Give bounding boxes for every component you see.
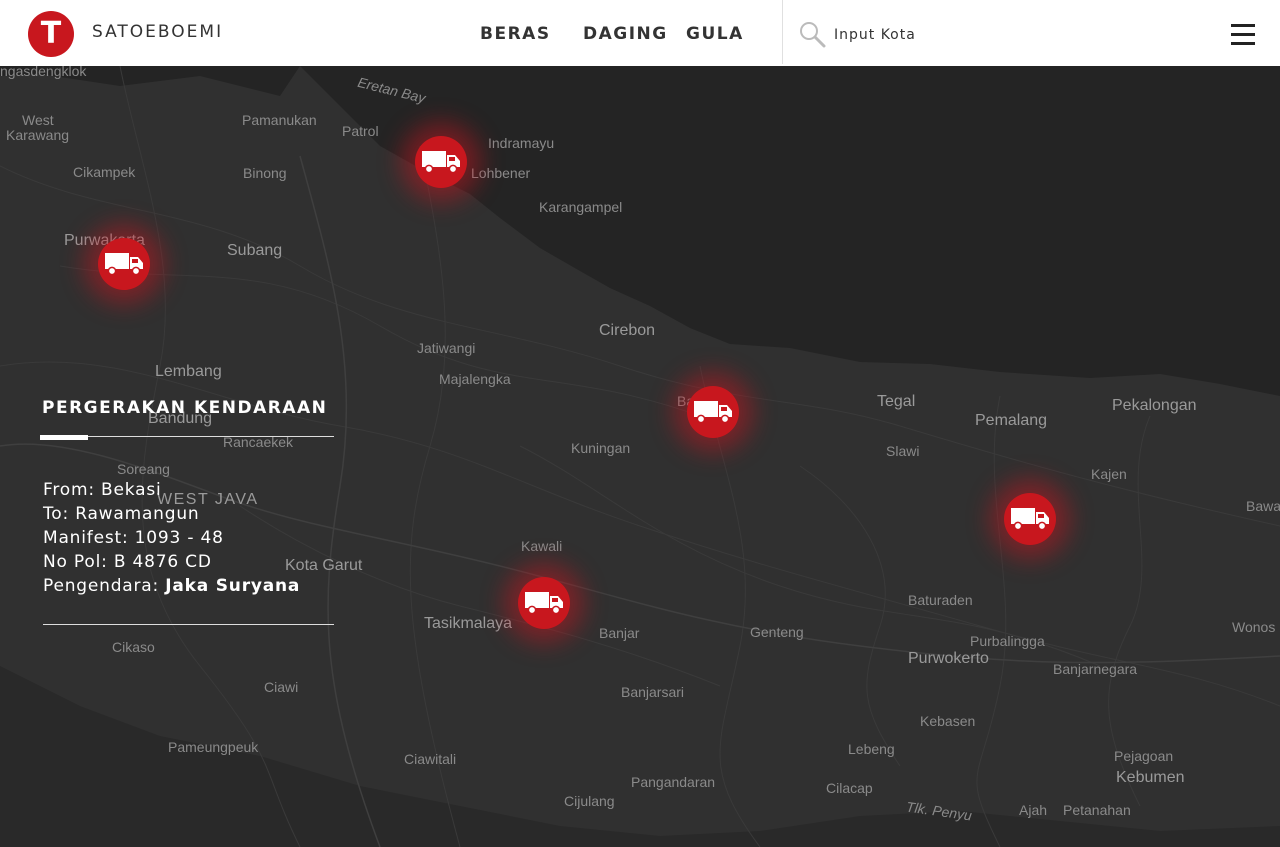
map-label: Cijulang	[564, 793, 615, 809]
map-label: Lohbener	[471, 165, 531, 181]
map-label: Genteng	[750, 624, 804, 640]
map-label: Banjarnegara	[1053, 661, 1138, 677]
panel-bottom-divider	[43, 624, 334, 625]
info-driver: Pengendara: Jaka Suryana	[43, 576, 300, 596]
logo-icon[interactable]: T	[28, 11, 74, 57]
truck-marker[interactable]	[1004, 493, 1056, 545]
map-label: Cilacap	[826, 780, 873, 796]
info-manifest: Manifest: 1093 - 48	[43, 528, 224, 548]
map-label: Pemalang	[975, 412, 1048, 429]
map-label: Petanahan	[1063, 802, 1131, 818]
driver-label: Pengendara:	[43, 576, 166, 596]
map-label: Lebeng	[848, 741, 895, 757]
info-nopol: No Pol: B 4876 CD	[43, 552, 212, 572]
map-label: Tasikmalaya	[424, 615, 513, 632]
search-icon	[800, 22, 826, 48]
map-label: Banjar	[599, 625, 640, 641]
truck-icon	[525, 592, 563, 615]
map-label: Jatiwangi	[417, 340, 476, 356]
map-label: Purwokerto	[908, 650, 989, 667]
hamburger-menu-icon[interactable]	[1231, 24, 1255, 46]
map-label: Pameungpeuk	[168, 739, 259, 755]
map-label: Ajah	[1019, 802, 1048, 818]
map-label: Pangandaran	[631, 774, 716, 790]
map-label: Kota Garut	[285, 557, 363, 574]
map-label: Wonos	[1232, 619, 1276, 635]
truck-marker[interactable]	[518, 577, 570, 629]
map-label: Ciawi	[264, 679, 299, 695]
panel-accent-bar	[40, 435, 88, 440]
map-label: Kuningan	[571, 440, 631, 456]
map-label: Indramayu	[488, 135, 555, 151]
map-label: Subang	[227, 242, 283, 259]
nav-beras[interactable]: BERAS	[480, 24, 551, 44]
brand-name[interactable]: SATOEBOEMI	[92, 22, 223, 42]
map-label: Kebumen	[1116, 769, 1185, 786]
map-label: Cirebon	[599, 322, 656, 339]
info-from: From: Bekasi	[43, 480, 162, 500]
map-label: Pejagoan	[1114, 748, 1174, 764]
map-label: Baturaden	[908, 592, 973, 608]
map-label: Kawali	[521, 538, 563, 554]
map-label: Cikampek	[73, 164, 136, 180]
map-label: Pekalongan	[1112, 397, 1197, 414]
city-search-input[interactable]	[834, 24, 1034, 46]
map-label: Karangampel	[539, 199, 623, 215]
truck-icon	[422, 151, 460, 174]
logo-letter: T	[40, 16, 62, 51]
map-label: Karawang	[6, 127, 70, 143]
map-label: Cikaso	[112, 639, 155, 655]
map-label: Majalengka	[439, 371, 511, 387]
map-label: Bawa	[1246, 498, 1280, 514]
map-label: West	[22, 112, 54, 128]
truck-icon	[694, 401, 732, 424]
map-background	[0, 66, 1280, 847]
map-label: Slawi	[886, 443, 920, 459]
header-divider	[782, 0, 783, 64]
truck-marker[interactable]	[687, 386, 739, 438]
map-label: Soreang	[117, 461, 170, 477]
map-label: Tegal	[877, 393, 916, 410]
map-label: Purbalingga	[970, 633, 1045, 649]
truck-icon	[1011, 508, 1049, 531]
map-label: Binong	[243, 165, 287, 181]
info-to: To: Rawamangun	[43, 504, 200, 524]
map-label: Kebasen	[920, 713, 976, 729]
map-label: Kajen	[1091, 466, 1127, 482]
map-label: Patrol	[342, 123, 379, 139]
truck-icon	[105, 253, 143, 276]
map-label: Lembang	[155, 363, 222, 380]
vehicle-map[interactable]: ngasdengklok West Karawang Eretan Bay Pa…	[0, 63, 1280, 847]
map-label: Pamanukan	[242, 112, 317, 128]
truck-marker[interactable]	[98, 238, 150, 290]
driver-name: Jaka Suryana	[165, 576, 301, 596]
nav-gula[interactable]: GULA	[686, 24, 744, 44]
top-header: T SATOEBOEMI BERAS DAGING GULA	[0, 0, 1280, 66]
nav-daging[interactable]: DAGING	[583, 24, 668, 44]
panel-title: PERGERAKAN KENDARAAN	[42, 398, 328, 418]
map-label: Banjarsari	[621, 684, 685, 700]
map-label: Ciawitali	[404, 751, 457, 767]
truck-marker[interactable]	[415, 136, 467, 188]
